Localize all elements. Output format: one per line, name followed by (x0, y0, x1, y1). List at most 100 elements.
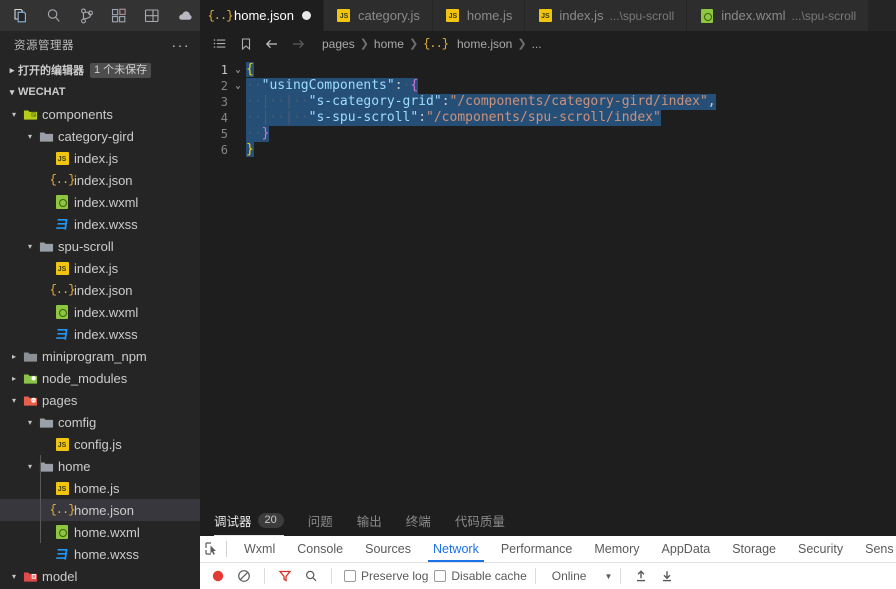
devtools-tab-security[interactable]: Security (787, 536, 854, 562)
editor-tab-index-wxml[interactable]: index.wxml ...\spu-scroll (687, 0, 870, 31)
devtools-tab-performance[interactable]: Performance (490, 536, 584, 562)
unsaved-dot-icon[interactable] (301, 11, 311, 20)
devtools-tab-strip[interactable]: Wxml Console Sources Network Performance Memo… (200, 536, 896, 563)
explorer-icon[interactable] (6, 2, 36, 30)
tree-item-node-modules[interactable]: ▸ node_modules (0, 367, 200, 389)
inspect-element-icon[interactable] (204, 537, 220, 561)
chevron-down-icon[interactable]: ▾ (6, 87, 18, 98)
tree-item-spu-scroll[interactable]: ▾ spu-scroll (0, 235, 200, 257)
tree-item-pages[interactable]: ▾ <> pages (0, 389, 200, 411)
panel-tab-问题[interactable]: 问题 (296, 505, 345, 536)
tree-item-index-wxss[interactable]: ヨ index.wxss (0, 213, 200, 235)
code-editor[interactable]: 1 ⌄ { 2 ⌄ ··"usingComponents":·{ 3 ··|··… (200, 56, 896, 505)
wxss-file-icon: ヨ (53, 218, 70, 233)
breadcrumb-item[interactable]: home.json (457, 37, 512, 51)
open-editors-section[interactable]: ▸ 打开的编辑器 1 个未保存 (0, 59, 200, 81)
chevron-down-icon[interactable]: ▾ (8, 110, 20, 119)
devtools-tab-network[interactable]: Network (422, 536, 490, 562)
breadcrumb-item[interactable]: pages (322, 37, 355, 51)
chevron-down-icon[interactable]: ▾ (24, 462, 36, 471)
file-tree[interactable]: ▾ components ▾ category-gird JS index.js {..} i… (0, 103, 200, 589)
breadcrumb[interactable]: pages ❯ home ❯ {..} home.json ❯... (322, 37, 542, 51)
devtools-tab-wxml[interactable]: Wxml (233, 536, 286, 562)
editor-tab-index-js[interactable]: JS index.js ...\spu-scroll (525, 0, 688, 31)
tab-label: home.js (466, 8, 513, 23)
tree-item-index-json[interactable]: {..} index.json (0, 279, 200, 301)
tree-item-components[interactable]: ▾ components (0, 103, 200, 125)
export-har-button[interactable] (655, 565, 679, 587)
chevron-down-icon[interactable]: ▾ (24, 242, 36, 251)
arrow-left-icon[interactable] (260, 33, 284, 55)
js-file-icon: JS (55, 481, 69, 495)
panel-tab-输出[interactable]: 输出 (345, 505, 394, 536)
checkbox-box[interactable] (434, 570, 447, 582)
devtools-tab-appdata[interactable]: AppData (651, 536, 722, 562)
devtools-tab-sources[interactable]: Sources (354, 536, 422, 562)
throttling-select[interactable]: Online ▼ (552, 569, 613, 583)
arrow-right-icon[interactable] (286, 33, 310, 55)
fold-toggle-icon[interactable]: ⌄ (230, 78, 246, 94)
tree-item-index-js[interactable]: JS index.js (0, 257, 200, 279)
editor-tab-home-js[interactable]: JS home.js (432, 0, 526, 31)
tree-item-home-json[interactable]: {..} home.json (0, 499, 200, 521)
tree-item-home[interactable]: ▾ home (0, 455, 200, 477)
breadcrumb-item[interactable]: home (374, 37, 404, 51)
devtools-tab-sens[interactable]: Sens (854, 536, 896, 562)
chevron-down-icon[interactable]: ▼ (604, 572, 612, 581)
tree-item-index-wxml[interactable]: index.wxml (0, 301, 200, 323)
chevron-down-icon[interactable]: ▾ (24, 132, 36, 141)
panel-tab-终端[interactable]: 终端 (394, 505, 443, 536)
devtools-tabs[interactable]: Wxml Console Sources Network Performance Memo… (233, 536, 896, 562)
tree-item-miniprogram-npm[interactable]: ▸ miniprogram_npm (0, 345, 200, 367)
tree-item-home-js[interactable]: JS home.js (0, 477, 200, 499)
devtools-tab-memory[interactable]: Memory (583, 536, 650, 562)
tree-item-home-wxss[interactable]: ヨ home.wxss (0, 543, 200, 565)
layout-icon[interactable] (137, 2, 167, 30)
tree-item-index-json[interactable]: {..} index.json (0, 169, 200, 191)
editor-tab-home-json[interactable]: {..} home.json (200, 0, 324, 31)
tab-subpath: ...\spu-scroll (791, 8, 857, 23)
chevron-right-icon[interactable]: ▸ (6, 65, 18, 76)
search-button[interactable] (299, 565, 323, 587)
panel-tab-代码质量[interactable]: 代码质量 (443, 505, 517, 536)
editor-tab-category-js[interactable]: JS category.js (323, 0, 433, 31)
devtools-tab-console[interactable]: Console (286, 536, 354, 562)
checkbox-box[interactable] (344, 570, 356, 582)
import-har-button[interactable] (629, 565, 653, 587)
tree-item-home-wxml[interactable]: home.wxml (0, 521, 200, 543)
bookmark-icon[interactable] (234, 33, 258, 55)
tree-item-comfig[interactable]: ▾ comfig (0, 411, 200, 433)
devtools-tab-storage[interactable]: Storage (721, 536, 787, 562)
tree-item-index-wxml[interactable]: index.wxml (0, 191, 200, 213)
search-icon[interactable] (39, 2, 69, 30)
breadcrumb-item[interactable]: ... (532, 37, 542, 51)
record-button[interactable] (206, 565, 230, 587)
tree-item-config-js[interactable]: JS config.js (0, 433, 200, 455)
source-control-icon[interactable] (72, 2, 102, 30)
chevron-down-icon[interactable]: ▾ (8, 572, 20, 581)
workspace-section[interactable]: ▾ WECHAT (0, 81, 200, 103)
debug-cloud-icon[interactable] (170, 2, 200, 30)
panel-tab-label: 终端 (405, 515, 431, 529)
tree-item-model[interactable]: ▾ model (0, 565, 200, 587)
explorer-more-actions[interactable]: ··· (172, 38, 191, 52)
tree-item-index-js[interactable]: JS index.js (0, 147, 200, 169)
editor-tab-bar[interactable]: {..} home.json JS category.js JS home.js JS ind… (200, 0, 896, 31)
disable-cache-checkbox[interactable]: Disable cache (434, 569, 527, 583)
preserve-log-checkbox[interactable]: Preserve log (344, 569, 428, 583)
js-file-icon: JS (55, 151, 69, 165)
chevron-down-icon[interactable]: ▾ (8, 396, 20, 405)
tab-subpath: ...\spu-scroll (609, 8, 675, 23)
clear-button[interactable] (232, 565, 256, 587)
tree-item-index-wxss[interactable]: ヨ index.wxss (0, 323, 200, 345)
panel-tab-调试器[interactable]: 调试器 20 (214, 505, 296, 536)
panel-tab-strip[interactable]: 调试器 20 问题 输出 终端 代码质量 (200, 505, 896, 536)
list-icon[interactable] (208, 33, 232, 55)
filter-button[interactable] (273, 565, 297, 587)
fold-toggle-icon[interactable]: ⌄ (230, 62, 246, 78)
chevron-right-icon[interactable]: ▸ (8, 374, 20, 383)
chevron-down-icon[interactable]: ▾ (24, 418, 36, 427)
tree-item-category-gird[interactable]: ▾ category-gird (0, 125, 200, 147)
extensions-icon[interactable] (104, 2, 134, 30)
chevron-right-icon[interactable]: ▸ (8, 352, 20, 361)
